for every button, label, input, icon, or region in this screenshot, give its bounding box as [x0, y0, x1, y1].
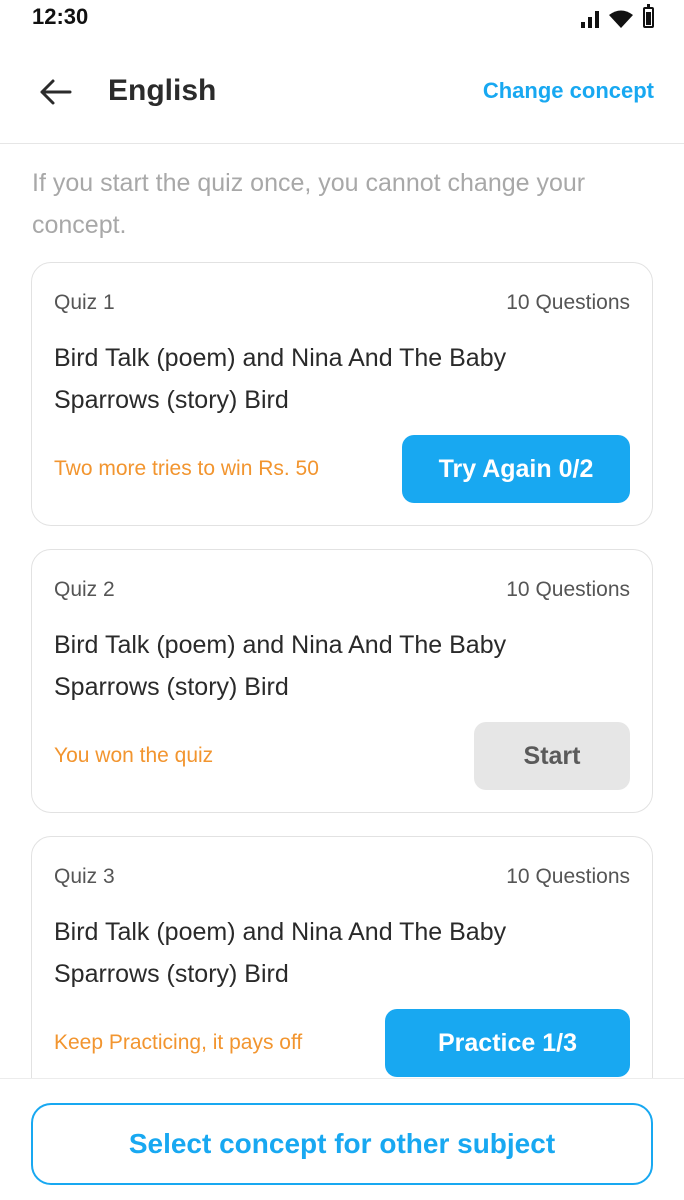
concept-notice: If you start the quiz once, you cannot c…: [32, 169, 586, 239]
select-concept-button[interactable]: Select concept for other subject: [31, 1103, 653, 1185]
back-button[interactable]: [36, 74, 76, 110]
app-header: English Change concept: [0, 56, 684, 144]
bottom-bar: Select concept for other subject: [0, 1078, 684, 1200]
status-icons: [581, 4, 654, 28]
wifi-icon: [609, 10, 633, 28]
quiz-title: Bird Talk (poem) and Nina And The Baby S…: [54, 344, 507, 414]
question-count: 10 Questions: [506, 578, 630, 601]
question-count: 10 Questions: [506, 291, 630, 314]
quiz-status: Keep Practicing, it pays off: [54, 1031, 303, 1054]
quiz-status: Two more tries to win Rs. 50: [54, 457, 319, 480]
quiz-card: Quiz 1 10 Questions Bird Talk (poem) and…: [31, 262, 653, 526]
start-button[interactable]: Start: [474, 722, 630, 790]
battery-icon: [643, 4, 654, 28]
quiz-number: Quiz 1: [54, 291, 115, 314]
change-concept-link[interactable]: Change concept: [483, 78, 654, 104]
quiz-number: Quiz 3: [54, 865, 115, 888]
question-count: 10 Questions: [506, 865, 630, 888]
quiz-title: Bird Talk (poem) and Nina And The Baby S…: [54, 631, 507, 701]
status-bar: 12:30: [0, 0, 684, 34]
quiz-card: Quiz 2 10 Questions Bird Talk (poem) and…: [31, 549, 653, 813]
practice-button[interactable]: Practice 1/3: [385, 1009, 630, 1077]
quiz-status: You won the quiz: [54, 744, 214, 767]
status-time: 12:30: [32, 4, 89, 29]
try-again-button[interactable]: Try Again 0/2: [402, 435, 630, 503]
signal-icon: [581, 10, 599, 28]
arrow-left-icon: [40, 79, 72, 105]
quiz-title: Bird Talk (poem) and Nina And The Baby S…: [54, 918, 507, 988]
page-title: English: [108, 74, 217, 107]
quiz-number: Quiz 2: [54, 578, 115, 601]
quiz-card: Quiz 3 10 Questions Bird Talk (poem) and…: [31, 836, 653, 1100]
